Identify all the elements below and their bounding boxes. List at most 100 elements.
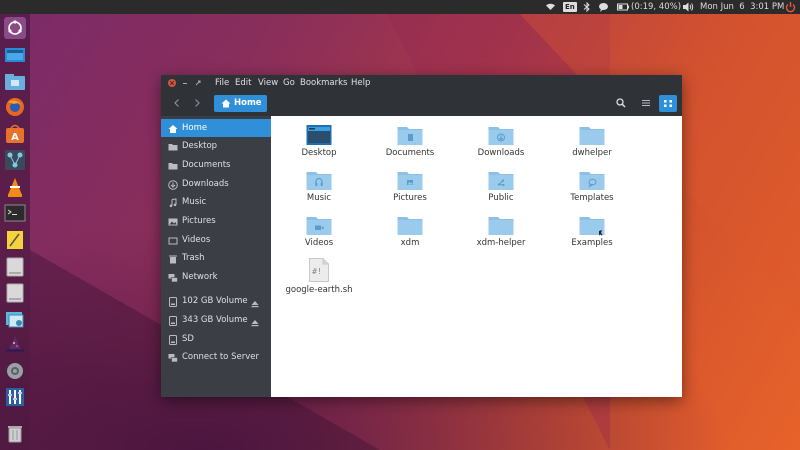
- file-item-label: Desktop: [301, 148, 337, 158]
- sidebar-item-documents[interactable]: Documents: [161, 156, 271, 174]
- menu-bookmarks[interactable]: Bookmarks: [300, 75, 348, 92]
- templates-folder-icon: [579, 169, 605, 191]
- file-item-xdm-helper[interactable]: xdm-helper: [461, 214, 541, 254]
- trash-icon[interactable]: [4, 422, 26, 444]
- back-button[interactable]: [170, 96, 184, 110]
- menu-file[interactable]: File: [215, 75, 229, 92]
- network-icon[interactable]: [4, 149, 26, 171]
- menu-edit[interactable]: Edit: [235, 75, 251, 92]
- svg-text:#!: #!: [312, 267, 322, 276]
- sidebar-item-label: Home: [182, 123, 208, 133]
- menu-view[interactable]: View: [258, 75, 278, 92]
- sidebar-item-label: SD: [182, 334, 194, 344]
- file-item-google-earth-sh[interactable]: #! google-earth.sh: [279, 258, 359, 298]
- mixer-icon[interactable]: [4, 386, 26, 408]
- file-item-examples[interactable]: Examples: [552, 214, 632, 254]
- folder-icon: [168, 141, 178, 151]
- firefox-icon[interactable]: [4, 96, 26, 118]
- close-button[interactable]: [168, 79, 176, 87]
- maximize-button[interactable]: [194, 79, 202, 87]
- sidebar-item-connect-to-server[interactable]: Connect to Server: [161, 348, 271, 366]
- file-item-downloads[interactable]: Downloads: [461, 124, 541, 164]
- sidebar-item-label: Connect to Server: [182, 352, 259, 362]
- menu-help[interactable]: Help: [351, 75, 370, 92]
- sidebar-item-home[interactable]: Home: [161, 119, 271, 137]
- eject-icon[interactable]: [251, 297, 259, 308]
- list-view-icon[interactable]: [639, 96, 653, 110]
- sidebar-item-trash[interactable]: Trash: [161, 249, 271, 267]
- file-item-label: Templates: [570, 193, 614, 203]
- picture-icon: [168, 216, 178, 226]
- toolbar: Home: [161, 91, 682, 116]
- menu-go[interactable]: Go: [283, 75, 295, 92]
- terminal-icon[interactable]: [4, 202, 26, 224]
- battery-status: (0:19, 40%): [631, 2, 682, 12]
- file-manager-window: File Edit View Go Bookmarks Help Home Ho…: [161, 75, 682, 397]
- file-item-videos[interactable]: Videos: [279, 214, 359, 254]
- desktop-icon[interactable]: [4, 44, 26, 66]
- sidebar-item-102gb-volume[interactable]: 102 GB Volume: [161, 292, 271, 310]
- file-item-public[interactable]: Public: [461, 169, 541, 209]
- volume-icon[interactable]: [682, 0, 694, 14]
- breadcrumb-label: Home: [234, 98, 262, 108]
- folder-icon: [579, 124, 605, 146]
- bluetooth-icon[interactable]: [583, 0, 591, 14]
- sidebar-item-343gb-volume[interactable]: 343 GB Volume: [161, 311, 271, 329]
- title-bar[interactable]: File Edit View Go Bookmarks Help: [161, 75, 682, 91]
- sidebar-item-label: Desktop: [182, 141, 218, 151]
- sidebar-item-videos[interactable]: Videos: [161, 231, 271, 249]
- sidebar-item-music[interactable]: Music: [161, 193, 271, 211]
- breadcrumb-home[interactable]: Home: [214, 95, 267, 112]
- file-item-documents[interactable]: Documents: [370, 124, 450, 164]
- file-item-dwhelper[interactable]: dwhelper: [552, 124, 632, 164]
- eject-icon[interactable]: [251, 316, 259, 327]
- drive-icon[interactable]: [4, 256, 26, 278]
- folder-icon: [397, 214, 423, 236]
- settings-icon[interactable]: [4, 360, 26, 382]
- vlc-icon[interactable]: [4, 176, 26, 198]
- file-item-label: Public: [488, 193, 514, 203]
- sidebar-item-network[interactable]: Network: [161, 268, 271, 286]
- ubuntu-dash-icon[interactable]: [4, 17, 26, 39]
- network-icon: [168, 352, 178, 363]
- sidebar-item-sd[interactable]: SD: [161, 330, 271, 348]
- minimize-button[interactable]: [181, 79, 189, 87]
- power-icon[interactable]: [785, 0, 796, 14]
- file-item-label: Pictures: [393, 193, 427, 203]
- network-icon: [168, 272, 178, 283]
- sidebar-item-downloads[interactable]: Downloads: [161, 175, 271, 193]
- file-item-label: Music: [306, 193, 332, 203]
- software-center-icon[interactable]: A: [4, 123, 26, 145]
- file-item-desktop[interactable]: Desktop: [279, 124, 359, 164]
- file-item-xdm[interactable]: xdm: [370, 214, 450, 254]
- drive-icon: [168, 334, 178, 345]
- text-editor-icon[interactable]: [4, 229, 26, 251]
- sidebar-item-label: 102 GB Volume: [182, 296, 248, 306]
- home-icon: [221, 99, 231, 111]
- drive-icon: [168, 296, 178, 307]
- music-folder-icon: [306, 169, 332, 191]
- wifi-icon[interactable]: [545, 0, 556, 14]
- sidebar-item-desktop[interactable]: Desktop: [161, 137, 271, 155]
- screenshot-icon[interactable]: [4, 308, 26, 330]
- keyboard-layout-icon[interactable]: En: [563, 2, 577, 12]
- sidebar-item-label: Music: [182, 197, 207, 207]
- examples-folder-icon: [579, 214, 605, 236]
- files-icon[interactable]: [4, 70, 26, 92]
- search-icon[interactable]: [614, 96, 628, 110]
- pictures-folder-icon: [397, 169, 423, 191]
- wizard-icon[interactable]: [4, 334, 26, 356]
- file-item-label: Videos: [304, 238, 334, 248]
- chat-icon[interactable]: [598, 0, 609, 14]
- file-item-pictures[interactable]: Pictures: [370, 169, 450, 209]
- battery-icon[interactable]: [617, 0, 629, 14]
- file-item-music[interactable]: Music: [279, 169, 359, 209]
- file-item-templates[interactable]: Templates: [552, 169, 632, 209]
- svg-text:A: A: [11, 132, 19, 143]
- clock[interactable]: Mon Jun 6 3:01 PM: [700, 0, 784, 14]
- grid-view-icon[interactable]: [659, 95, 677, 112]
- drive-icon[interactable]: [4, 282, 26, 304]
- videos-folder-icon: [306, 214, 332, 236]
- forward-button[interactable]: [190, 96, 204, 110]
- sidebar-item-pictures[interactable]: Pictures: [161, 212, 271, 230]
